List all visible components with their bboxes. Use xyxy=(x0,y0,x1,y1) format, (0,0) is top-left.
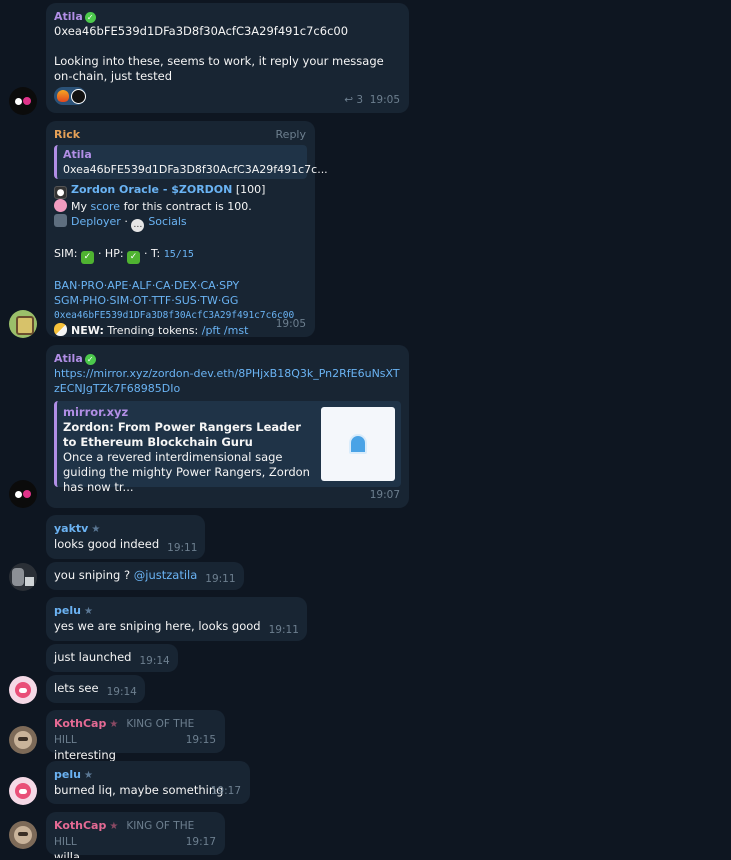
author-name[interactable]: pelu xyxy=(54,603,81,618)
mirror-logo-icon xyxy=(349,434,367,454)
avatar-pelu[interactable] xyxy=(9,777,37,805)
preview-title: Zordon: From Power Rangers Leader to Eth… xyxy=(63,420,301,449)
star-icon: ★ xyxy=(109,719,119,730)
message-bubble[interactable]: Rick Reply Atila 0xea46bFE539d1DFa3D8f30… xyxy=(46,121,328,337)
avatar-pelu[interactable] xyxy=(9,676,37,704)
score-suffix: for this contract is 100. xyxy=(123,200,252,213)
fire-reaction[interactable] xyxy=(54,87,86,105)
traffic-light-icon: ● xyxy=(54,186,67,199)
quote-text: 0xea46bFE539d1DFa3D8f30AcfC3A29f491c7c..… xyxy=(63,163,328,176)
author-name[interactable]: Atila xyxy=(54,9,83,24)
message-time: 19:11 xyxy=(268,624,299,636)
message-bubble[interactable]: lets see 19:14 xyxy=(46,675,145,703)
score-link[interactable]: score xyxy=(91,200,121,213)
message-text: lets see xyxy=(54,681,99,695)
mirror-url-link[interactable]: https://mirror.xyz/zordon-dev.eth/8PHjxB… xyxy=(54,366,401,396)
new-label: NEW: xyxy=(71,324,104,337)
message-bubble[interactable]: Atila ✓ https://mirror.xyz/zordon-dev.eth… xyxy=(46,345,409,508)
separator: · xyxy=(124,215,128,228)
avatar-atila[interactable] xyxy=(9,87,37,115)
message-time: 19:07 xyxy=(369,489,400,501)
contract-address[interactable]: 0xea46bFE539d1DFa3D8f30AcfC3A29f491c7c6c… xyxy=(54,308,307,323)
reply-arrow-icon: ↩ xyxy=(344,94,354,106)
message-address: 0xea46bFE539d1DFa3D8f30AcfC3A29f491c7c6c… xyxy=(54,24,349,38)
reply-meta[interactable]: ↩ 3 19:05 xyxy=(344,93,400,108)
message-time: 19:17 xyxy=(185,836,216,848)
author-name[interactable]: pelu xyxy=(54,767,81,782)
reactor-avatar xyxy=(71,88,86,104)
speech-bubble-icon: … xyxy=(131,219,145,232)
hp-label: · HP: xyxy=(97,247,124,260)
reply-button[interactable]: Reply xyxy=(276,127,306,142)
author-name[interactable]: Atila xyxy=(54,351,83,366)
message-time: 19:17 xyxy=(210,785,241,797)
message-text: Looking into these, seems to work, it re… xyxy=(54,54,384,83)
quote-author: Atila xyxy=(63,148,92,161)
author-name[interactable]: KothCap xyxy=(54,716,106,731)
message-time: 19:15 xyxy=(185,734,216,746)
brain-icon xyxy=(54,199,67,212)
sim-label: SIM: xyxy=(54,247,78,260)
author-name[interactable]: KothCap xyxy=(54,818,106,833)
message-time: 19:14 xyxy=(106,686,137,698)
star-icon: ★ xyxy=(83,606,93,617)
author-name[interactable]: yaktv xyxy=(54,521,88,536)
tags-line-1[interactable]: BAN·PRO·APE·ALF·CA·DEX·CA·SPY xyxy=(54,278,307,293)
avatar-rick[interactable] xyxy=(9,310,37,338)
message-time: 19:11 xyxy=(205,573,236,585)
preview-site: mirror.xyz xyxy=(63,405,129,419)
message-time: 19:14 xyxy=(139,655,170,667)
message-time: 19:05 xyxy=(275,318,306,330)
check-icon: ✓ xyxy=(127,251,141,264)
avatar-kothcap[interactable] xyxy=(9,726,37,754)
message-text: looks good indeed xyxy=(54,537,160,551)
deployer-link[interactable]: Deployer xyxy=(71,215,121,228)
trending-links[interactable]: /pft /mst xyxy=(202,324,249,337)
fire-icon xyxy=(57,90,69,102)
preview-thumbnail[interactable] xyxy=(321,407,395,481)
socials-link[interactable]: Socials xyxy=(148,215,186,228)
quoted-message[interactable]: Atila 0xea46bFE539d1DFa3D8f30AcfC3A29f49… xyxy=(54,145,328,179)
tags-line-2[interactable]: SGM·PHO·SIM·OT·TTF·SUS·TW·GG xyxy=(54,293,307,308)
message-bubble[interactable]: KothCap ★ KING OF THE HILL willa 19:17 xyxy=(46,812,225,860)
laptop-icon xyxy=(54,214,67,227)
message-text: just launched xyxy=(54,650,132,664)
star-icon: ★ xyxy=(109,821,119,832)
message-text: you sniping ? xyxy=(54,568,131,582)
reply-count: 3 xyxy=(356,94,364,106)
pill-icon xyxy=(54,323,67,336)
oracle-score-tag: [100] xyxy=(235,183,266,196)
avatar-atila[interactable] xyxy=(9,480,37,508)
message-text: yes we are sniping here, looks good xyxy=(54,619,261,633)
author-name[interactable]: Rick xyxy=(54,127,80,142)
message-bubble[interactable]: pelu ★ yes we are sniping here, looks goo… xyxy=(46,597,307,641)
message-time: 19:05 xyxy=(369,94,400,106)
trending-text: Trending tokens: xyxy=(107,324,199,337)
avatar-yaktv[interactable] xyxy=(9,563,37,591)
t-label: · T: xyxy=(144,247,161,260)
star-icon: ★ xyxy=(83,770,93,781)
message-bubble[interactable]: pelu ★ burned liq, maybe something 19:17 xyxy=(46,761,250,804)
t-value: 15/15 xyxy=(163,249,194,260)
message-time: 19:11 xyxy=(167,542,198,554)
oracle-link[interactable]: Zordon Oracle - $ZORDON xyxy=(71,183,232,196)
message-bubble[interactable]: yaktv ★ looks good indeed 19:11 xyxy=(46,515,206,559)
avatar-kothcap[interactable] xyxy=(9,821,37,849)
message-bubble[interactable]: Atila ✓ 0xea46bFE539d1DFa3D8f30AcfC3A29f4… xyxy=(46,3,409,113)
check-icon: ✓ xyxy=(80,251,94,264)
message-bubble[interactable]: just launched 19:14 xyxy=(46,644,178,672)
message-bubble[interactable]: you sniping ? @justzatila 19:11 xyxy=(46,562,244,590)
preview-description: Once a revered interdimensional sage gui… xyxy=(63,450,310,494)
score-prefix: My xyxy=(71,200,88,213)
star-icon: ★ xyxy=(91,524,101,535)
verified-icon: ✓ xyxy=(84,354,96,365)
link-preview[interactable]: mirror.xyz Zordon: From Power Rangers Le… xyxy=(54,401,401,494)
mention-link[interactable]: @justzatila xyxy=(134,568,198,582)
verified-icon: ✓ xyxy=(84,12,96,23)
message-bubble[interactable]: KothCap ★ KING OF THE HILL interesting 19:… xyxy=(46,710,225,762)
